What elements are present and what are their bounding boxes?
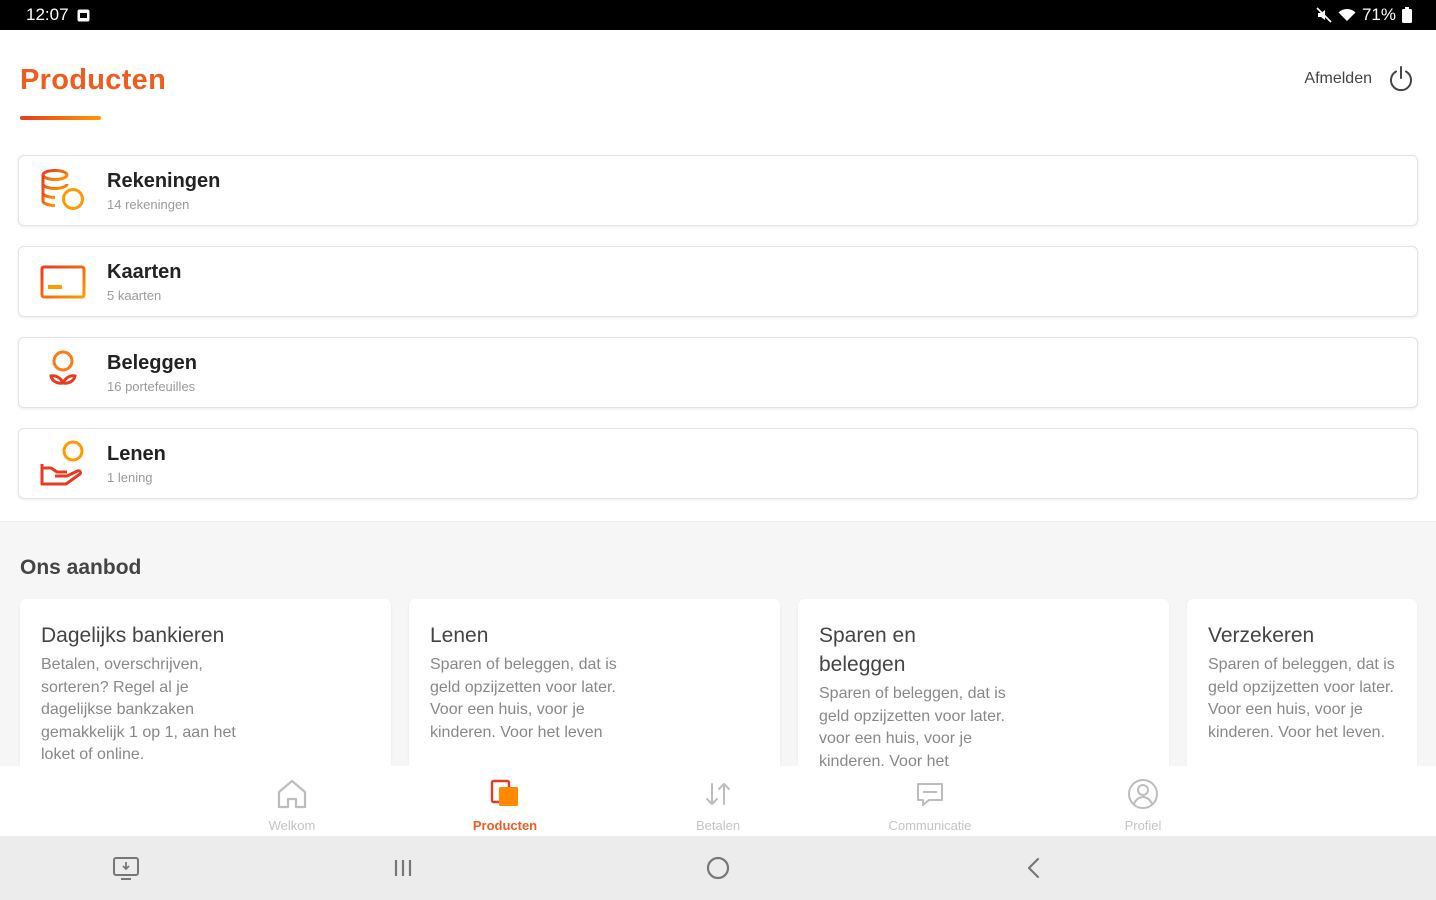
product-list: Rekeningen 14 rekeningen Kaarten 5 kaart… (18, 155, 1418, 519)
card-icon (40, 265, 86, 298)
offer-card-title: Dagelijks bankieren (41, 624, 225, 647)
product-count: 1 lening (107, 469, 153, 485)
wifi-icon (1338, 8, 1356, 21)
product-count: 16 portefeuilles (107, 378, 196, 394)
profile-icon (1128, 779, 1158, 809)
home-icon (277, 779, 307, 809)
mute-icon (1316, 7, 1332, 23)
status-time: 12:07 (26, 5, 69, 24)
logout-button[interactable]: Afmelden (1304, 64, 1416, 94)
message-icon (917, 783, 943, 806)
coins-icon (41, 168, 84, 210)
offer-card-text: Sparen of beleggen, dat is geld opzijzet… (430, 656, 617, 741)
nav-label: Producten (472, 818, 538, 833)
product-text: Lenen 1 lening (107, 443, 166, 485)
offer-title: Ons aanbod (20, 556, 142, 579)
screenshot-keyboard-icon[interactable] (111, 853, 141, 883)
notification-icon (77, 9, 90, 21)
product-text: Beleggen 16 portefeuilles (107, 352, 197, 394)
nav-label: Betalen (695, 818, 741, 833)
status-left: 12:07 (26, 5, 90, 25)
nav-item-profiel[interactable]: Profiel (1083, 776, 1203, 833)
nav-item-communicatie[interactable]: Communicatie (870, 776, 990, 833)
product-card-kaarten[interactable]: Kaarten 5 kaarten (18, 246, 1418, 317)
offer-card-dagelijks-bankieren[interactable]: Dagelijks bankieren Betalen, overschrijv… (20, 599, 391, 766)
product-name: Beleggen (107, 351, 198, 374)
offer-card-title: Lenen (430, 624, 489, 647)
product-text: Kaarten 5 kaarten (107, 261, 181, 303)
product-text: Rekeningen 14 rekeningen (107, 170, 220, 212)
transfer-arrows-icon (706, 783, 730, 805)
product-count: 14 rekeningen (107, 196, 190, 212)
nav-item-producten[interactable]: Producten (445, 776, 565, 833)
page-title: Producten (20, 64, 167, 96)
logout-label: Afmelden (1304, 70, 1372, 87)
plant-icon (49, 350, 77, 395)
product-count: 5 kaarten (107, 287, 162, 303)
product-card-lenen[interactable]: Lenen 1 lening (18, 428, 1418, 499)
offer-card-text: Sparen of beleggen, dat is geld opzijzet… (1208, 656, 1395, 741)
nav-label: Profiel (1124, 818, 1162, 833)
offer-card-sparen-en-beleggen[interactable]: Sparen en beleggen Sparen of beleggen, d… (798, 599, 1169, 766)
header: Producten Afmelden (0, 30, 1436, 130)
recent-apps-icon[interactable] (388, 853, 418, 883)
product-name: Kaarten (107, 260, 182, 283)
nav-label: Communicatie (888, 818, 972, 833)
back-icon[interactable] (1019, 853, 1049, 883)
status-right: 71% (1316, 5, 1412, 25)
bottom-nav: Welkom Producten Betalen Communicatie Pr… (0, 766, 1436, 836)
loan-hand-icon (40, 440, 84, 485)
title-underline (20, 116, 101, 120)
offer-card-verzekeren[interactable]: Verzekeren Sparen of beleggen, dat is ge… (1187, 599, 1417, 766)
offer-card-text: Betalen, overschrijven, sorteren? Regel … (41, 656, 236, 763)
offer-card-text: Sparen of beleggen, dat is geld opzijzet… (819, 685, 1006, 766)
product-name: Lenen (107, 442, 166, 465)
power-icon (1390, 66, 1412, 92)
product-card-beleggen[interactable]: Beleggen 16 portefeuilles (18, 337, 1418, 408)
product-name: Rekeningen (107, 169, 221, 192)
offer-section: Ons aanbod Dagelijks bankieren Betalen, … (0, 521, 1436, 766)
battery-percentage: 71% (1361, 5, 1396, 24)
status-bar: 12:07 71% (0, 0, 1436, 30)
system-nav-bar (0, 836, 1436, 900)
nav-item-welkom[interactable]: Welkom (232, 776, 352, 833)
offer-card-title: Verzekeren (1208, 624, 1315, 647)
home-button-icon[interactable] (703, 853, 733, 883)
nav-label: Welkom (268, 818, 316, 833)
offer-carousel[interactable]: Dagelijks bankieren Betalen, overschrijv… (20, 599, 1417, 766)
offer-card-title: Sparen en beleggen (819, 624, 916, 676)
battery-icon (1402, 7, 1412, 23)
product-card-rekeningen[interactable]: Rekeningen 14 rekeningen (18, 155, 1418, 226)
offer-card-lenen[interactable]: Lenen Sparen of beleggen, dat is geld op… (409, 599, 780, 766)
nav-item-betalen[interactable]: Betalen (658, 776, 778, 833)
products-icon (490, 779, 518, 806)
